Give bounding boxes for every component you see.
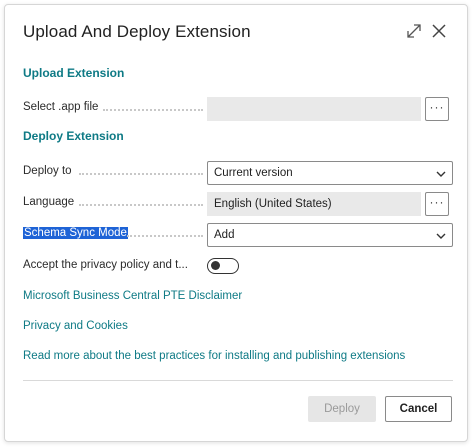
deploy-to-label: Deploy to bbox=[23, 165, 72, 177]
pte-disclaimer-link[interactable]: Microsoft Business Central PTE Disclaime… bbox=[23, 290, 242, 302]
schema-sync-row: Schema Sync Mode Add bbox=[23, 223, 453, 247]
select-app-file-row: Select .app file ··· bbox=[23, 97, 453, 121]
privacy-cookies-link[interactable]: Privacy and Cookies bbox=[23, 320, 128, 332]
language-label: Language bbox=[23, 196, 75, 208]
language-field[interactable]: English (United States) bbox=[207, 192, 421, 216]
privacy-toggle[interactable] bbox=[207, 258, 239, 274]
chevron-down-icon bbox=[436, 171, 446, 177]
chevron-down-icon bbox=[436, 233, 446, 239]
expand-icon[interactable] bbox=[403, 20, 425, 42]
cancel-button[interactable]: Cancel bbox=[385, 396, 452, 422]
label-leader bbox=[127, 235, 203, 237]
schema-sync-value: Add bbox=[214, 229, 235, 241]
deploy-to-row: Deploy to Current version bbox=[23, 161, 453, 185]
toggle-knob bbox=[211, 261, 220, 270]
label-leader bbox=[79, 173, 203, 175]
deploy-to-select[interactable]: Current version bbox=[207, 161, 453, 185]
select-app-file-field[interactable] bbox=[207, 97, 421, 121]
label-leader bbox=[103, 109, 203, 111]
upload-deploy-dialog: Upload And Deploy Extension Upload Exten… bbox=[4, 4, 468, 442]
dialog-title: Upload And Deploy Extension bbox=[23, 22, 251, 41]
privacy-label: Accept the privacy policy and t... bbox=[23, 259, 188, 271]
schema-sync-select[interactable]: Add bbox=[207, 223, 453, 247]
browse-file-button[interactable]: ··· bbox=[425, 97, 449, 121]
language-lookup-button[interactable]: ··· bbox=[425, 192, 449, 216]
deploy-to-value: Current version bbox=[214, 167, 293, 179]
close-icon[interactable] bbox=[428, 20, 450, 42]
label-leader bbox=[79, 204, 203, 206]
deploy-extension-heading: Deploy Extension bbox=[23, 129, 124, 143]
upload-extension-heading: Upload Extension bbox=[23, 66, 125, 80]
select-app-file-label: Select .app file bbox=[23, 101, 99, 113]
schema-sync-label: Schema Sync Mode bbox=[23, 227, 128, 239]
privacy-row: Accept the privacy policy and t... bbox=[23, 255, 453, 279]
deploy-button[interactable]: Deploy bbox=[308, 396, 376, 422]
language-row: Language English (United States) ··· bbox=[23, 192, 453, 216]
best-practices-link[interactable]: Read more about the best practices for i… bbox=[23, 350, 405, 362]
footer-divider bbox=[23, 380, 453, 381]
